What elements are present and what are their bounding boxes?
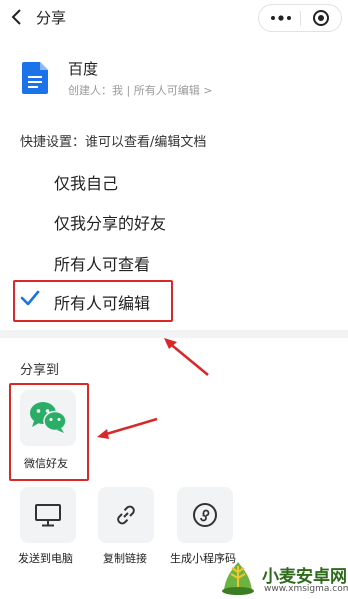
mini-program-icon: [193, 503, 217, 527]
share-to-label: 分享到: [20, 363, 60, 378]
more-icon[interactable]: [269, 13, 293, 23]
option-everyone-view[interactable]: 所有人可查看: [54, 251, 150, 275]
monitor-icon: [35, 504, 61, 527]
mini-program-capsule: [258, 4, 342, 32]
option-shared-friends[interactable]: 仅我分享的好友: [54, 210, 166, 234]
back-arrow-icon[interactable]: [8, 8, 26, 26]
copy-link-label: 复制链接: [103, 552, 147, 565]
red-arrow-icon: [97, 417, 158, 439]
close-target-icon[interactable]: [312, 9, 330, 27]
quick-settings-label: 快捷设置：谁可以查看/编辑文档: [20, 135, 207, 150]
option-only-me[interactable]: 仅我自己: [54, 170, 118, 194]
watermark-logo-icon: [222, 562, 254, 595]
document-name: 百度: [68, 60, 99, 78]
send-to-computer-button[interactable]: [20, 487, 76, 543]
page-title: 分享: [36, 9, 67, 27]
capsule-divider: [300, 11, 301, 26]
highlight-box-option: [13, 280, 173, 322]
document-meta[interactable]: 创建人：我 | 所有人可编辑 >: [68, 82, 212, 98]
document-icon: [22, 62, 48, 94]
watermark-url: www.xmsigma.com: [264, 584, 348, 594]
copy-link-button[interactable]: [98, 487, 154, 543]
highlight-box-wechat: [9, 383, 89, 481]
send-to-computer-label: 发送到电脑: [18, 552, 73, 565]
mini-program-code-button[interactable]: [177, 487, 233, 543]
red-arrow-icon: [164, 338, 209, 376]
link-icon: [117, 505, 135, 525]
